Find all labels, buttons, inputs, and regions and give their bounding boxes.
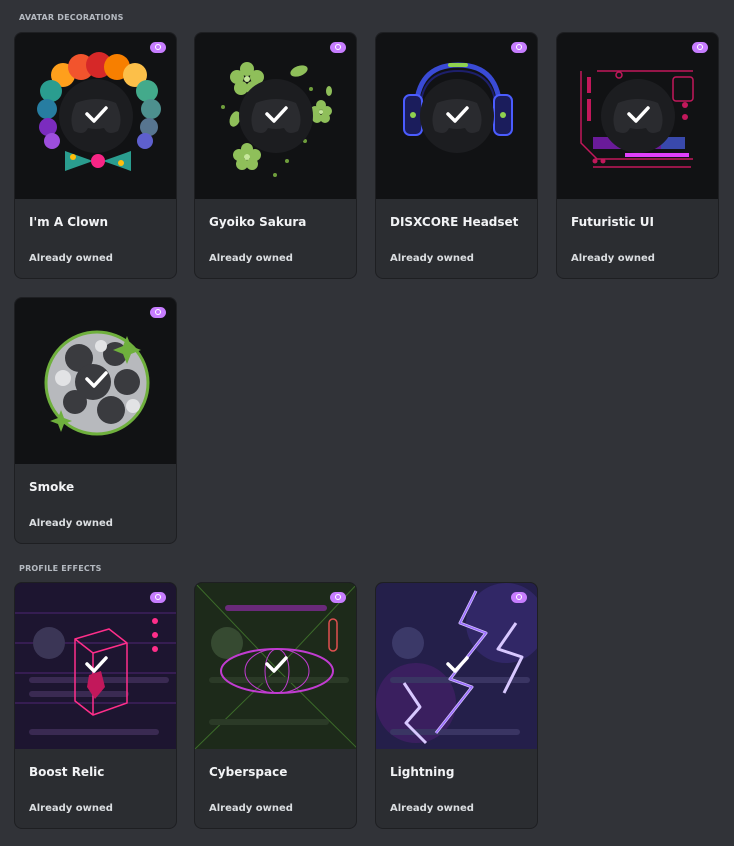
nitro-badge-icon <box>330 42 346 53</box>
decoration-name: Smoke <box>29 480 75 494</box>
effect-preview <box>195 583 356 749</box>
effect-preview <box>376 583 537 749</box>
owned-status: Already owned <box>209 803 293 814</box>
owned-check-icon <box>624 100 652 128</box>
effect-name: Lightning <box>390 765 455 779</box>
decoration-card-sakura[interactable]: Gyoiko Sakura Already owned <box>194 32 357 279</box>
owned-status: Already owned <box>571 253 655 264</box>
owned-check-icon <box>443 100 471 128</box>
decoration-name: I'm A Clown <box>29 215 109 229</box>
owned-check-icon <box>82 650 110 678</box>
nitro-badge-icon <box>330 592 346 603</box>
owned-status: Already owned <box>29 518 113 529</box>
decoration-name: Gyoiko Sakura <box>209 215 307 229</box>
decoration-card-headset[interactable]: DISXCORE Headset Already owned <box>375 32 538 279</box>
section-title-profile-effects: PROFILE EFFECTS <box>19 564 102 573</box>
decoration-preview <box>376 33 537 199</box>
section-title-avatar-decorations: AVATAR DECORATIONS <box>19 13 124 22</box>
decoration-card-futuristic-ui[interactable]: Futuristic UI Already owned <box>556 32 719 279</box>
owned-status: Already owned <box>29 803 113 814</box>
decoration-preview <box>15 298 176 464</box>
owned-status: Already owned <box>29 253 113 264</box>
owned-status: Already owned <box>390 253 474 264</box>
effect-preview <box>15 583 176 749</box>
decoration-preview <box>15 33 176 199</box>
owned-status: Already owned <box>209 253 293 264</box>
owned-check-icon <box>443 650 471 678</box>
effect-name: Cyberspace <box>209 765 288 779</box>
owned-check-icon <box>262 650 290 678</box>
decoration-preview <box>557 33 718 199</box>
decoration-preview <box>195 33 356 199</box>
nitro-badge-icon <box>150 42 166 53</box>
decoration-name: DISXCORE Headset <box>390 215 519 229</box>
nitro-badge-icon <box>150 307 166 318</box>
nitro-badge-icon <box>150 592 166 603</box>
effect-name: Boost Relic <box>29 765 105 779</box>
owned-check-icon <box>262 100 290 128</box>
effect-card-boost-relic[interactable]: Boost Relic Already owned <box>14 582 177 829</box>
nitro-badge-icon <box>692 42 708 53</box>
effect-card-lightning[interactable]: Lightning Already owned <box>375 582 538 829</box>
decoration-name: Futuristic UI <box>571 215 654 229</box>
nitro-badge-icon <box>511 592 527 603</box>
owned-status: Already owned <box>390 803 474 814</box>
decoration-card-smoke[interactable]: Smoke Already owned <box>14 297 177 544</box>
owned-check-icon <box>82 100 110 128</box>
decoration-card-clown[interactable]: I'm A Clown Already owned <box>14 32 177 279</box>
nitro-badge-icon <box>511 42 527 53</box>
owned-check-icon <box>82 365 110 393</box>
effect-card-cyberspace[interactable]: Cyberspace Already owned <box>194 582 357 829</box>
